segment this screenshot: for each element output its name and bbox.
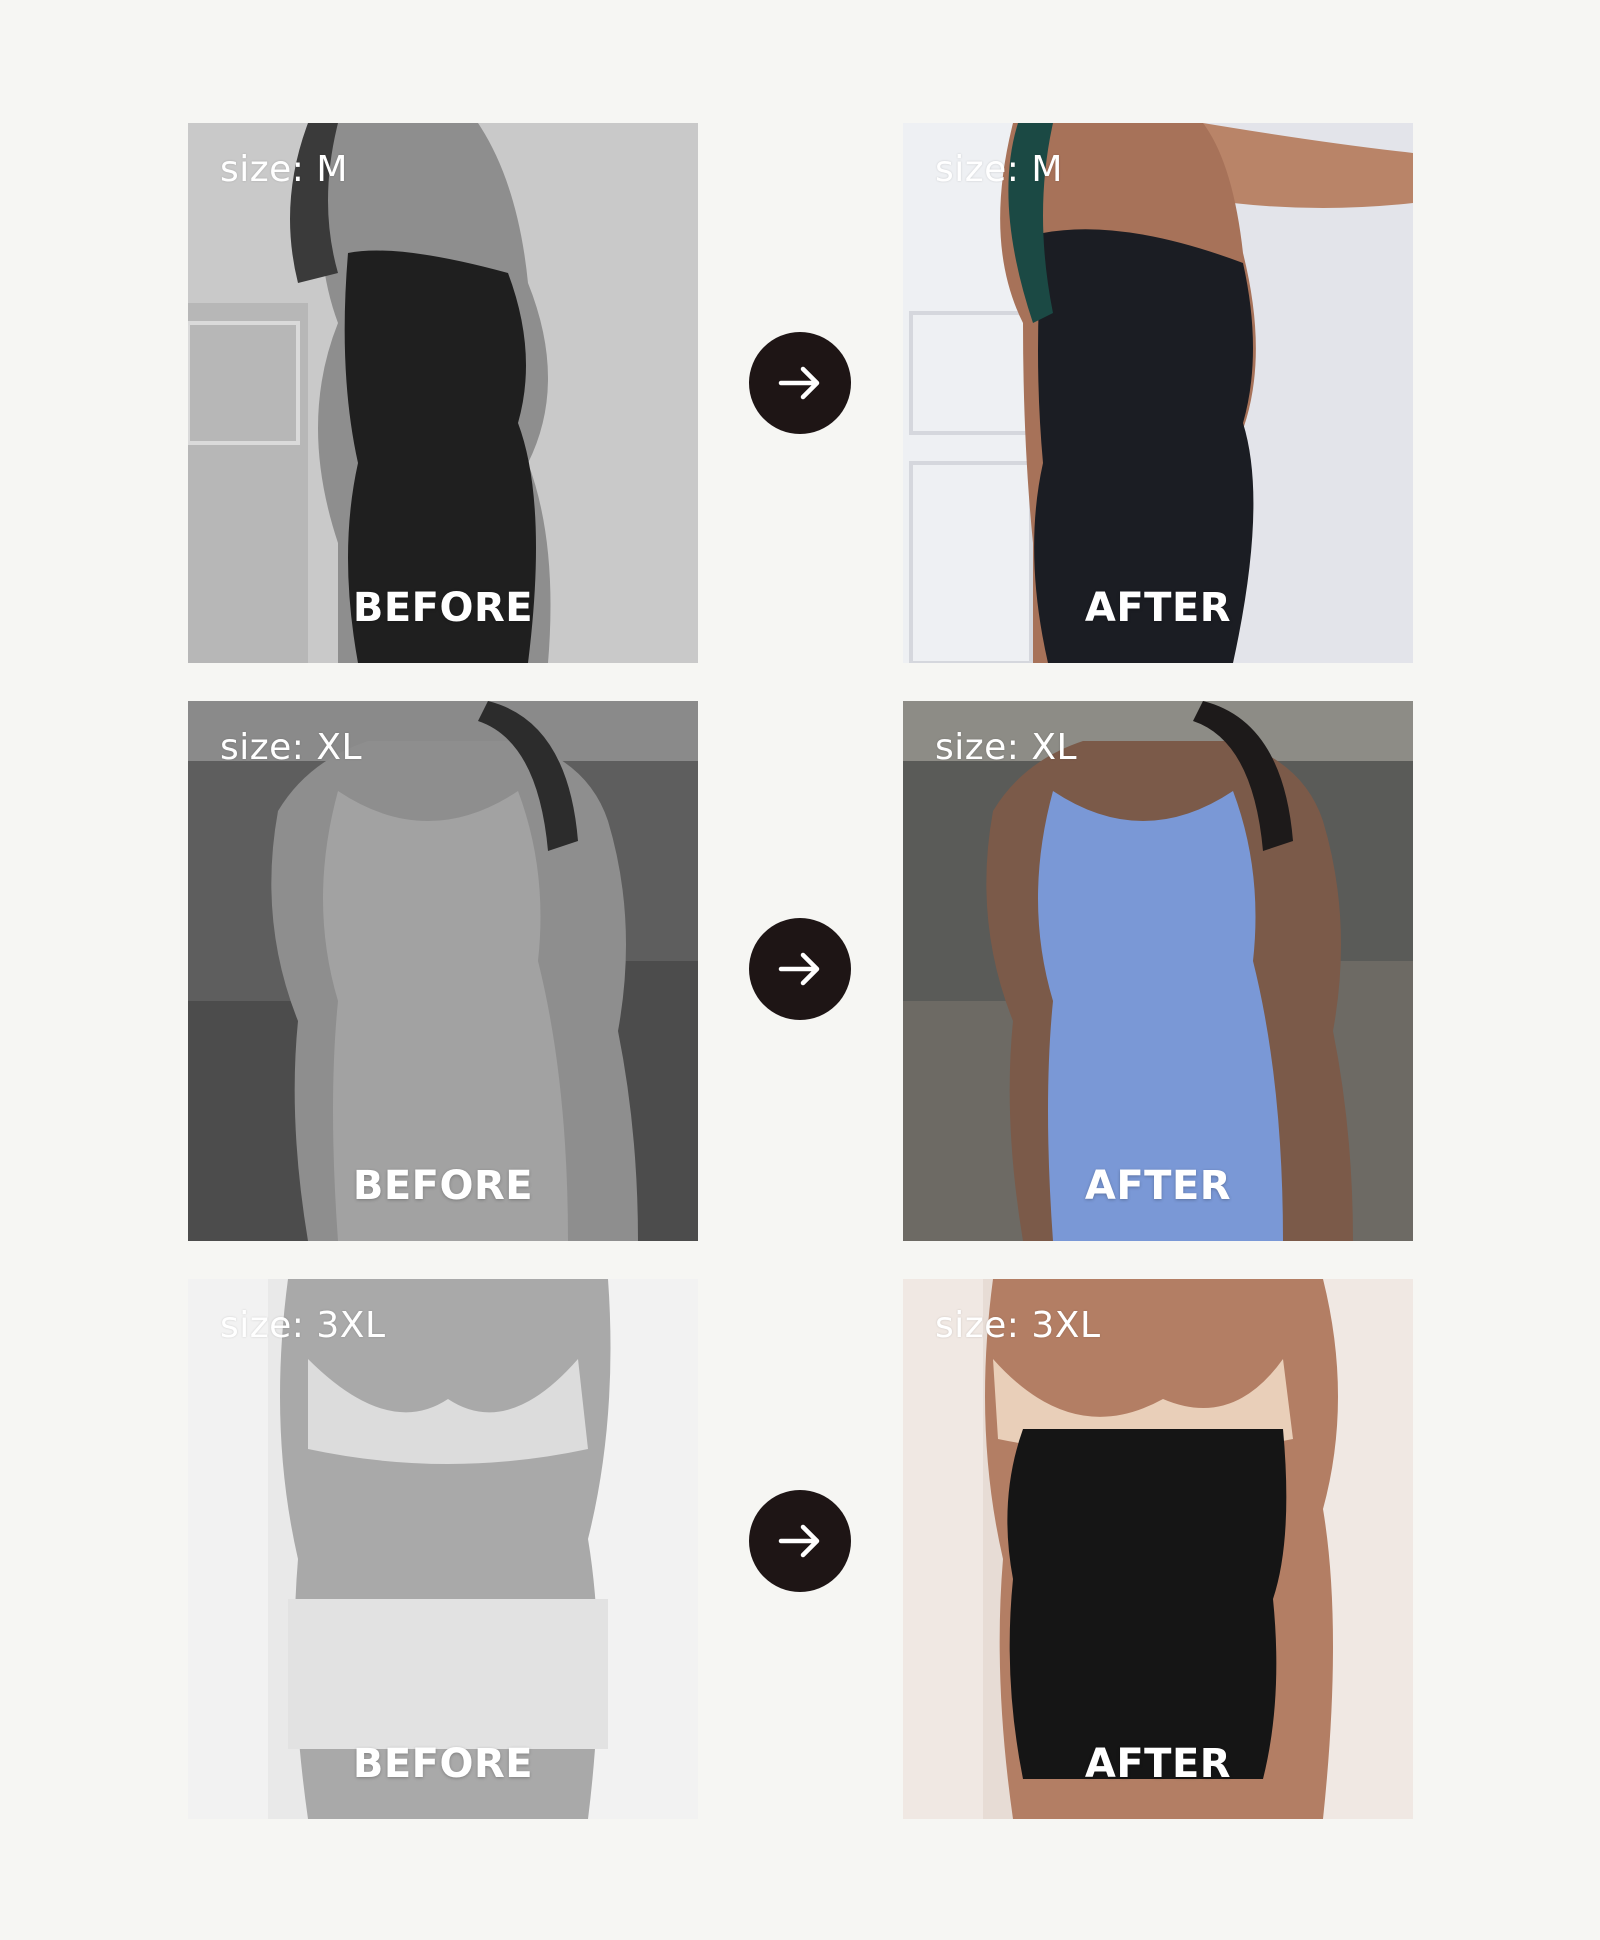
after-photo-size-m: size: M AFTER [903,123,1413,663]
before-photo-size-m: size: M BEFORE [188,123,698,663]
size-label: size: 3XL [220,1305,386,1346]
after-label: AFTER [1084,1163,1232,1209]
before-photo-size-3xl: size: 3XL BEFORE [188,1279,698,1819]
after-photo-image [903,1279,1413,1819]
arrow-right-button[interactable] [749,1490,851,1592]
size-label: size: M [935,149,1063,190]
before-label: BEFORE [352,585,534,631]
after-photo-size-xl: size: XL AFTER [903,701,1413,1241]
arrow-right-icon [778,366,820,400]
before-photo-image [188,701,698,1241]
size-label: size: XL [220,727,363,768]
arrow-right-icon [778,1524,820,1558]
after-photo-image [903,123,1413,663]
size-label: size: XL [935,727,1078,768]
before-label: BEFORE [352,1741,534,1787]
before-label: BEFORE [352,1163,534,1209]
before-photo-image [188,123,698,663]
after-label: AFTER [1084,585,1232,631]
arrow-right-button[interactable] [749,332,851,434]
after-label: AFTER [1084,1741,1232,1787]
size-label: size: 3XL [935,1305,1101,1346]
size-label: size: M [220,149,348,190]
arrow-right-icon [778,952,820,986]
after-photo-image [903,701,1413,1241]
arrow-right-button[interactable] [749,918,851,1020]
after-photo-size-3xl: size: 3XL AFTER [903,1279,1413,1819]
before-photo-image [188,1279,698,1819]
before-photo-size-xl: size: XL BEFORE [188,701,698,1241]
